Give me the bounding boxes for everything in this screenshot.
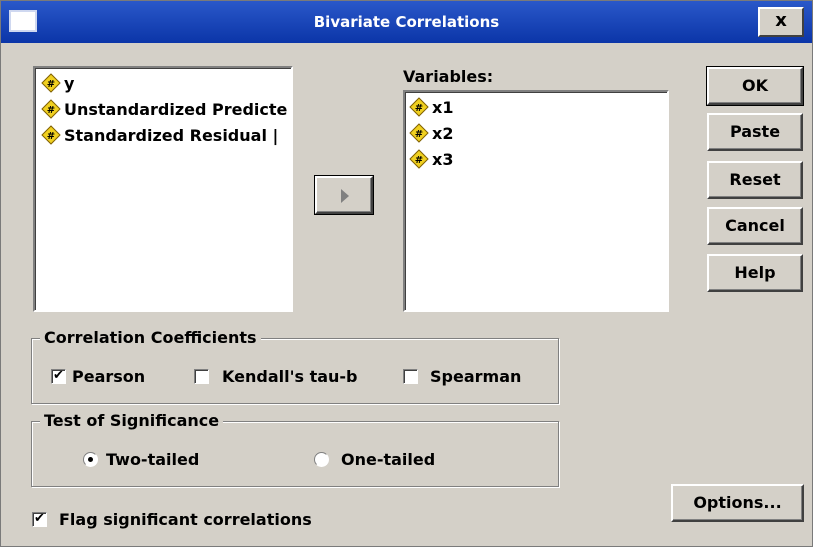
svg-text:#: # bbox=[47, 79, 55, 90]
source-variable-item[interactable]: # Unstandardized Predicte bbox=[41, 96, 291, 122]
check-mark-icon: ✔ bbox=[53, 368, 64, 383]
right-arrow-icon bbox=[341, 189, 349, 203]
radio-selected-dot bbox=[88, 457, 93, 462]
reset-button[interactable]: Reset bbox=[707, 161, 803, 199]
spearman-label[interactable]: Spearman bbox=[430, 367, 521, 386]
title-bar[interactable]: Bivariate Correlations x bbox=[1, 1, 812, 43]
source-variable-item-label: Standardized Residual | bbox=[64, 125, 279, 145]
close-button[interactable]: x bbox=[758, 7, 804, 37]
source-variable-item-label: y bbox=[64, 73, 75, 93]
svg-text:#: # bbox=[415, 103, 423, 114]
svg-text:#: # bbox=[47, 105, 55, 116]
flag-significant-checkbox[interactable]: ✔ bbox=[32, 512, 47, 527]
source-variable-list[interactable]: # y # Unstandardized Predicte # Standardized … bbox=[33, 66, 293, 312]
cancel-button[interactable]: Cancel bbox=[707, 207, 803, 245]
numeric-variable-icon: # bbox=[409, 149, 429, 169]
two-tailed-radio[interactable] bbox=[83, 452, 98, 467]
source-variable-item[interactable]: # y bbox=[41, 70, 291, 96]
check-mark-icon: ✔ bbox=[34, 511, 45, 526]
move-variable-button[interactable] bbox=[314, 175, 374, 215]
correlation-coefficients-legend: Correlation Coefficients bbox=[40, 328, 261, 347]
variables-label: Variables: bbox=[403, 67, 494, 86]
selected-variable-item-label: x3 bbox=[432, 149, 454, 169]
numeric-variable-icon: # bbox=[409, 123, 429, 143]
pearson-checkbox[interactable]: ✔ bbox=[51, 369, 66, 384]
one-tailed-radio[interactable] bbox=[314, 452, 329, 467]
two-tailed-label[interactable]: Two-tailed bbox=[106, 450, 199, 469]
source-variable-item[interactable]: # Standardized Residual | bbox=[41, 122, 291, 148]
test-of-significance-legend: Test of Significance bbox=[40, 411, 224, 430]
kendall-checkbox[interactable] bbox=[194, 369, 209, 384]
numeric-variable-icon: # bbox=[41, 125, 61, 145]
numeric-variable-icon: # bbox=[41, 73, 61, 93]
ok-button[interactable]: OK bbox=[706, 66, 804, 106]
kendall-label[interactable]: Kendall's tau-b bbox=[222, 367, 380, 386]
selected-variable-item[interactable]: # x2 bbox=[409, 120, 667, 146]
numeric-variable-icon: # bbox=[409, 97, 429, 117]
dialog-window: Bivariate Correlations x # y # Unstandardiz… bbox=[0, 0, 813, 547]
svg-text:#: # bbox=[47, 131, 55, 142]
paste-button[interactable]: Paste bbox=[707, 113, 803, 151]
flag-significant-label[interactable]: Flag significant correlations bbox=[59, 510, 312, 529]
options-button[interactable]: Options... bbox=[671, 484, 804, 522]
one-tailed-label[interactable]: One-tailed bbox=[341, 450, 435, 469]
selected-variable-item-label: x1 bbox=[432, 97, 454, 117]
help-button[interactable]: Help bbox=[707, 254, 803, 292]
svg-text:#: # bbox=[415, 129, 423, 140]
numeric-variable-icon: # bbox=[41, 99, 61, 119]
selected-variable-item[interactable]: # x3 bbox=[409, 146, 667, 172]
selected-variables-list[interactable]: # x1 # x2 # x3 bbox=[403, 90, 669, 312]
spearman-checkbox[interactable] bbox=[403, 369, 418, 384]
selected-variable-item-label: x2 bbox=[432, 123, 454, 143]
selected-variable-item[interactable]: # x1 bbox=[409, 94, 667, 120]
pearson-label[interactable]: Pearson bbox=[72, 367, 145, 386]
svg-text:#: # bbox=[415, 155, 423, 166]
source-variable-item-label: Unstandardized Predicte bbox=[64, 99, 288, 119]
window-title: Bivariate Correlations bbox=[313, 13, 500, 31]
